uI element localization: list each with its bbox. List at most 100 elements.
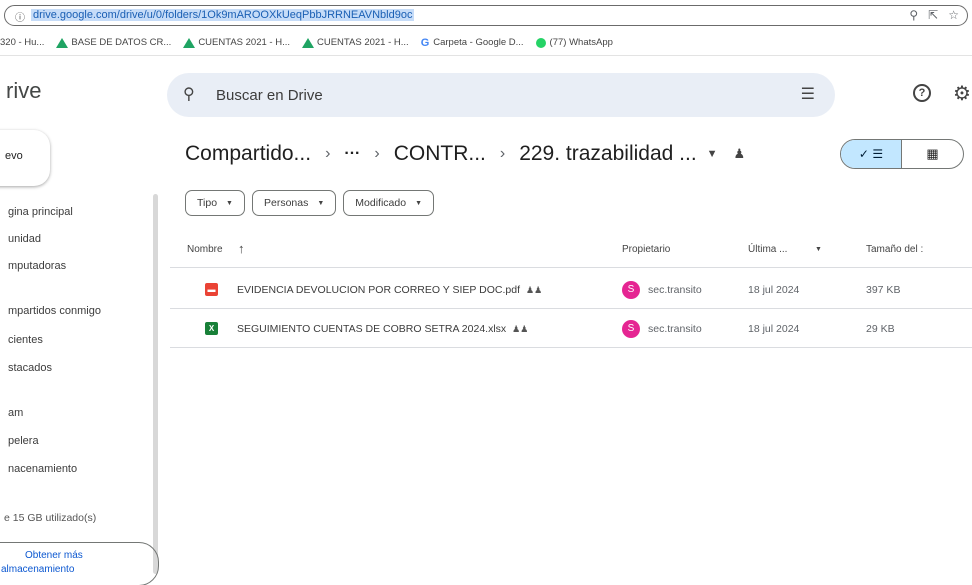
column-header-name[interactable]: Nombre <box>187 244 223 255</box>
breadcrumb-more[interactable]: ··· <box>344 145 360 163</box>
file-name-text: EVIDENCIA DEVOLUCION POR CORREO Y SIEP D… <box>237 284 520 296</box>
column-header-owner[interactable]: Propietario <box>622 244 670 255</box>
filter-label: Modificado <box>355 197 407 209</box>
breadcrumb: Compartido... › ··· › CONTR... › 229. tr… <box>185 139 745 169</box>
sidebar-item-home[interactable]: gina principal <box>8 206 73 218</box>
caret-down-icon: ▼ <box>415 199 422 207</box>
file-name-text: SEGUIMIENTO CUENTAS DE COBRO SETRA 2024.… <box>237 323 507 335</box>
bookmark-label: BASE DE DATOS CR... <box>71 37 172 48</box>
bookmark-label: 320 - Hu... <box>0 37 45 48</box>
bookmarks-bar: 320 - Hu... BASE DE DATOS CR... CUENTAS … <box>0 30 972 56</box>
shared-people-icon[interactable]: ♟ <box>734 146 746 162</box>
bookmark-label: CUENTAS 2021 - H... <box>198 37 290 48</box>
storage-usage-text: e 15 GB utilizado(s) <box>4 512 97 524</box>
table-header: Nombre ↑ Propietario Última ... ▼ Tamaño… <box>170 232 972 268</box>
breadcrumb-middle[interactable]: CONTR... <box>394 142 486 166</box>
share-icon[interactable]: ⇱ <box>928 8 938 22</box>
list-icon: ☰ <box>872 147 884 161</box>
chevron-right-icon: › <box>499 145 506 162</box>
table-row[interactable]: X SEGUIMIENTO CUENTAS DE COBRO SETRA 202… <box>170 309 972 348</box>
caret-down-icon: ▼ <box>317 199 325 207</box>
settings-gear-icon[interactable]: ⚙ <box>953 81 971 106</box>
column-header-modified[interactable]: Última ... <box>748 244 787 255</box>
spreadsheet-file-icon: X <box>205 322 218 335</box>
chevron-right-icon: › <box>374 145 380 162</box>
bookmark-5[interactable]: G Carpeta - Google D... <box>421 37 524 49</box>
file-name[interactable]: EVIDENCIA DEVOLUCION POR CORREO Y SIEP D… <box>237 284 542 296</box>
filter-type[interactable]: Tipo ▼ <box>185 190 245 216</box>
grid-icon: ▦ <box>926 146 939 161</box>
sidebar-item-shared-with-me[interactable]: mpartidos conmigo <box>8 305 101 317</box>
address-bar-actions: ⚲ ⇱ ☆ <box>909 8 959 22</box>
bookmark-4[interactable]: CUENTAS 2021 - H... <box>302 37 409 48</box>
google-icon: G <box>420 36 430 49</box>
sidebar-item-trash[interactable]: pelera <box>8 435 39 447</box>
drive-icon <box>56 37 69 48</box>
file-size: 29 KB <box>866 323 895 335</box>
caret-down-icon[interactable]: ▼ <box>815 246 822 253</box>
shared-people-icon: ♟♟ <box>526 285 543 295</box>
file-modified: 18 jul 2024 <box>748 323 800 335</box>
chevron-right-icon: › <box>325 145 331 162</box>
file-owner: sec.transito <box>648 323 702 335</box>
bookmark-label: (77) WhatsApp <box>549 37 613 48</box>
search-input[interactable]: Buscar en Drive <box>216 87 323 104</box>
new-button-label: evo <box>5 150 23 162</box>
pdf-file-icon: ▬ <box>205 283 218 296</box>
whatsapp-icon <box>535 37 546 48</box>
sort-arrow-up-icon[interactable]: ↑ <box>238 241 245 256</box>
breadcrumb-current[interactable]: 229. trazabilidad ... <box>519 142 696 166</box>
shared-people-icon: ♟♟ <box>512 324 529 334</box>
help-icon[interactable]: ? <box>913 84 931 102</box>
filter-modified[interactable]: Modificado ▼ <box>343 190 434 216</box>
sidebar-item-storage[interactable]: nacenamiento <box>8 463 77 475</box>
filter-chips: Tipo ▼ Personas ▼ Modificado ▼ <box>185 190 434 216</box>
bookmark-6[interactable]: (77) WhatsApp <box>535 37 613 48</box>
site-info-icon[interactable]: ⓘ <box>15 9 25 24</box>
breadcrumb-root[interactable]: Compartido... <box>185 142 311 166</box>
filter-label: Tipo <box>197 197 218 209</box>
list-view-button[interactable]: ✓ ☰ <box>841 140 902 168</box>
bookmark-1[interactable]: 320 - Hu... <box>0 37 44 48</box>
caret-down-icon: ▼ <box>226 199 233 207</box>
main-content: Compartido... › ··· › CONTR... › 229. tr… <box>170 122 972 585</box>
sidebar-item-starred[interactable]: stacados <box>8 362 52 374</box>
drive-logo-text[interactable]: rive <box>6 78 41 104</box>
avatar: S <box>622 281 640 299</box>
bookmark-label: Carpeta - Google D... <box>433 37 524 48</box>
sidebar-item-computers[interactable]: mputadoras <box>8 260 66 272</box>
caret-down-icon[interactable]: ▼ <box>707 148 718 160</box>
avatar: S <box>622 320 640 338</box>
drive-icon <box>183 37 196 48</box>
column-header-size[interactable]: Tamaño del : <box>866 244 923 255</box>
check-icon: ✓ <box>858 147 869 161</box>
new-button[interactable]: evo <box>0 130 50 186</box>
search-options-icon[interactable]: ☰ <box>801 84 815 104</box>
file-name[interactable]: SEGUIMIENTO CUENTAS DE COBRO SETRA 2024.… <box>237 323 528 335</box>
table-row[interactable]: ▬ EVIDENCIA DEVOLUCION POR CORREO Y SIEP… <box>170 270 972 309</box>
sidebar-item-my-drive[interactable]: unidad <box>8 233 41 245</box>
drive-icon <box>302 37 314 48</box>
url-text[interactable]: drive.google.com/drive/u/0/folders/1Ok9m… <box>31 9 415 21</box>
sidebar-item-spam[interactable]: am <box>8 407 23 419</box>
get-more-storage-line2: almacenamiento <box>1 564 75 575</box>
filter-people[interactable]: Personas ▼ <box>251 190 337 216</box>
sidebar: evo gina principal unidad mputadoras mpa… <box>0 122 168 585</box>
drive-header: rive ⚲ Buscar en Drive ☰ ? ⚙ <box>0 56 972 122</box>
sidebar-scrollbar[interactable] <box>153 194 158 574</box>
star-icon[interactable]: ☆ <box>948 8 959 22</box>
zoom-icon[interactable]: ⚲ <box>909 8 918 22</box>
search-icon[interactable]: ⚲ <box>183 84 195 104</box>
file-size: 397 KB <box>866 284 901 296</box>
filter-label: Personas <box>263 197 309 209</box>
get-more-storage-button[interactable]: Obtener más almacenamiento <box>0 542 159 585</box>
address-bar[interactable]: ⓘ drive.google.com/drive/u/0/folders/1Ok… <box>4 5 968 26</box>
grid-view-button[interactable]: ▦ <box>902 140 963 168</box>
bookmark-2[interactable]: BASE DE DATOS CR... <box>56 37 171 48</box>
file-modified: 18 jul 2024 <box>748 284 800 296</box>
bookmark-3[interactable]: CUENTAS 2021 - H... <box>183 37 290 48</box>
file-owner: sec.transito <box>648 284 702 296</box>
get-more-storage-line1: Obtener más <box>25 550 83 561</box>
search-bar[interactable]: ⚲ Buscar en Drive ☰ <box>167 73 835 117</box>
sidebar-item-recent[interactable]: cientes <box>8 334 43 346</box>
